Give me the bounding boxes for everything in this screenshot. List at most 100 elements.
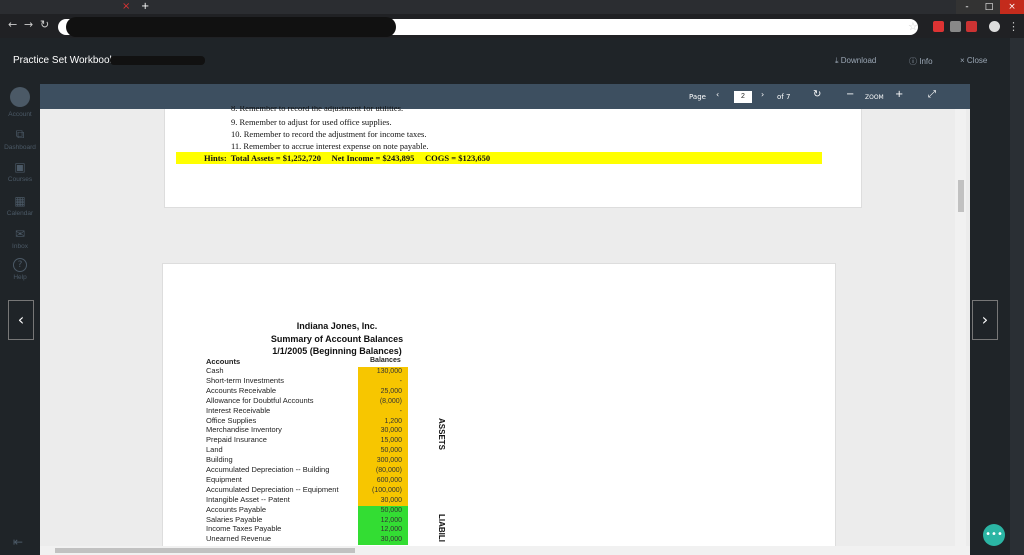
courses-icon: ▣ [14,160,26,174]
sidebar-item-courses[interactable]: ▣ Courses [0,160,40,183]
account-balance: 30,000 [358,495,408,506]
inbox-icon: ✉ [14,227,26,241]
close-tab-icon[interactable]: × [122,1,130,12]
instruction-8: 8. Remember to record the adjustment for… [231,106,404,112]
account-balance: 12,000 [358,525,408,536]
prev-page-icon[interactable]: ‹ [716,90,719,99]
page-count: of 7 [777,93,791,101]
next-page-icon[interactable]: › [761,90,764,99]
dashboard-icon: ⧉ [15,127,25,141]
account-balance: (100,000) [358,485,408,496]
account-balance: 600,000 [358,475,408,486]
sidebar-item-dashboard[interactable]: ⧉ Dashboard [0,127,40,151]
account-balance: (80,000) [358,466,408,476]
account-name: Unearned Revenue [206,534,272,544]
info-button[interactable]: ⓘ Info [909,56,933,67]
account-balance: - [358,406,408,417]
sidebar-item-inbox[interactable]: ✉ Inbox [0,227,40,250]
back-icon[interactable]: ← [8,18,17,31]
extension-icon[interactable] [966,21,977,32]
menu-icon[interactable]: ⋮ [1008,20,1019,33]
scroll-thumb[interactable] [958,180,964,212]
reload-icon[interactable]: ↻ [40,18,49,31]
maximize-button[interactable]: □ [978,0,1000,14]
profile-avatar[interactable] [989,21,1000,32]
viewer-toolbar [40,84,970,109]
account-name: Prepaid Insurance [206,435,267,445]
account-balance: 15,000 [358,436,408,447]
account-name: Accounts Payable [206,504,267,514]
chat-icon[interactable]: ••• [983,524,1005,546]
help-icon: ? [13,258,27,272]
account-balance: - [358,376,408,387]
page-label: Page [689,93,706,101]
instruction-10: 10. Remember to record the adjustment fo… [231,129,427,139]
account-name: Short-term Investments [206,375,284,385]
zoom-out-icon[interactable]: − [846,89,854,100]
account-name: Intangible Asset -- Patent [206,494,290,504]
account-balance: 12,000 [358,515,408,526]
sidebar-item-account[interactable]: Account [0,87,40,118]
account-name: Cash [206,366,224,375]
account-balance: 50,000 [358,446,408,457]
report-date: 1/1/2005 (Beginning Balances) [272,346,402,356]
redaction-mark [110,56,205,65]
sidebar-item-help[interactable]: ? Help [0,258,40,281]
account-name: Land [206,445,223,455]
tab-bar [0,0,1024,14]
accounts-header: Accounts [206,357,241,366]
account-balance: 50,000 [358,505,408,516]
close-window-button[interactable]: × [1000,0,1024,14]
download-button[interactable]: ⤓ Download [835,56,876,66]
forward-icon[interactable]: → [24,18,33,31]
hints-banner: Hints: Total Assets = $1,252,720 Net Inc… [176,152,822,164]
assets-label: ASSETS [437,418,446,451]
viewer-scrollbar[interactable] [955,109,966,546]
account-name: Building [206,455,233,465]
account-name: Interest Receivable [206,405,271,415]
account-balance: (8,000) [358,396,408,407]
fullscreen-icon[interactable]: ⤢ [928,89,936,100]
instruction-9: 9. Remember to adjust for used office su… [231,117,392,127]
account-balance: 25,000 [358,386,408,397]
extension-icon[interactable] [933,21,944,32]
next-page-button[interactable]: › [972,300,998,340]
collapse-sidebar-icon[interactable]: ⇤ [13,535,23,549]
account-name: Income Taxes Payable [206,524,282,534]
report-subtitle: Summary of Account Balances [270,334,404,344]
prev-page-button[interactable]: ‹ [8,300,34,340]
account-balance: 30,000 [358,426,408,437]
close-button[interactable]: × Close [960,56,987,65]
account-name: Accounts Receivable [206,385,277,395]
calendar-icon: ▦ [14,194,26,208]
account-name: Merchandise Inventory [206,425,282,435]
zoom-label: ZOOM [865,94,884,101]
redaction-mark [66,17,396,37]
rotate-icon[interactable]: ↻ [813,89,821,100]
account-name: Allowance for Doubtful Accounts [206,395,314,405]
account-name: Salaries Payable [206,514,263,524]
account-name: Accumulated Depreciation -- Building [206,465,330,474]
extension-icon[interactable] [950,21,961,32]
account-icon [10,87,30,107]
company-name: Indiana Jones, Inc. [296,321,378,331]
page-number-input[interactable]: 2 [734,91,752,103]
account-name: Equipment [206,474,242,484]
minimize-button[interactable]: - [956,0,978,14]
account-balance: 130,000 [358,367,408,377]
new-tab-icon[interactable]: + [141,1,149,12]
outer-scrollbar[interactable] [1010,38,1024,555]
liabilities-label: LIABILI [437,514,446,542]
account-name: Accumulated Depreciation -- Equipment [206,484,339,494]
account-balance: 30,000 [358,535,408,546]
instruction-11: 11. Remember to accrue interest expense … [231,141,429,151]
page-title: Practice Set Workbook [13,55,115,66]
horizontal-scroll-thumb[interactable] [55,548,355,553]
account-balance: 1,200 [358,416,408,427]
star-icon[interactable]: ☆ [908,20,918,33]
zoom-in-icon[interactable]: + [895,89,903,100]
account-balance: 300,000 [358,456,408,467]
account-name: Office Supplies [206,415,257,425]
balances-header: Balances [370,357,401,364]
sidebar-item-calendar[interactable]: ▦ Calendar [0,194,40,217]
